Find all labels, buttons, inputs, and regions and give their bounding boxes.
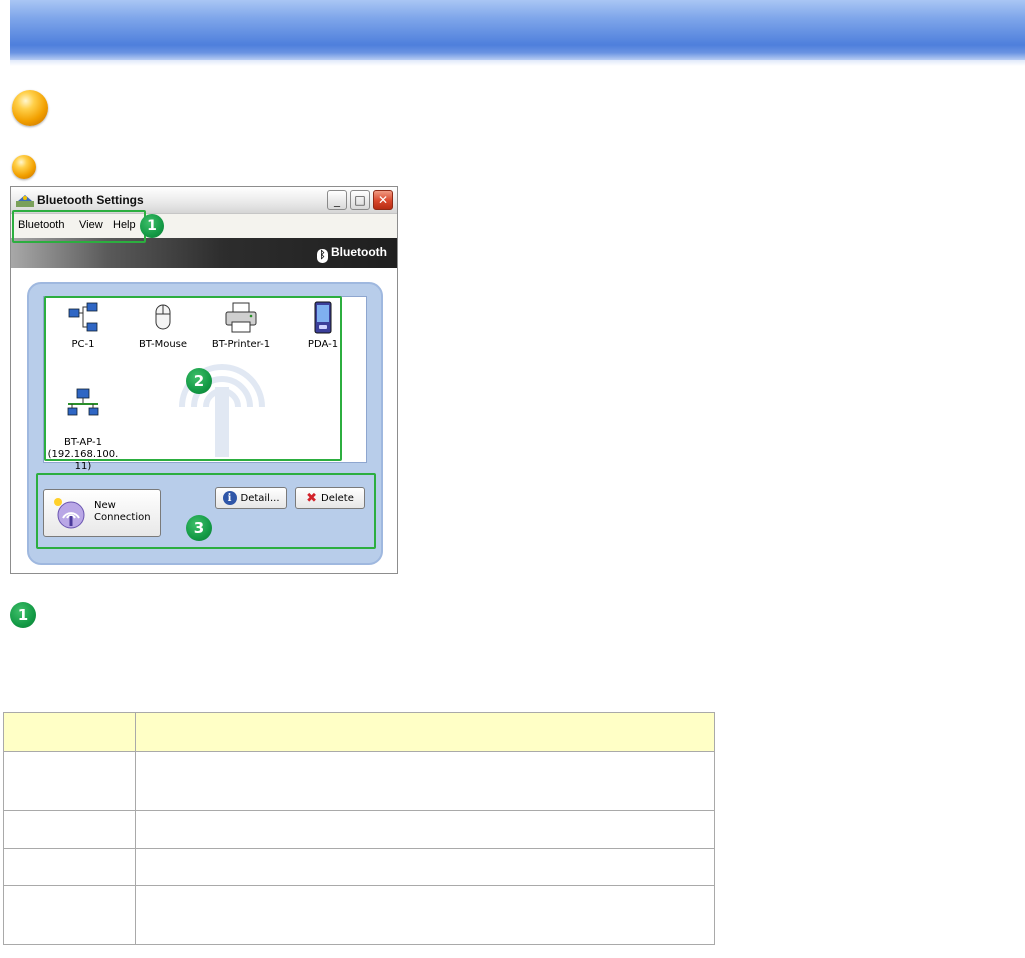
- close-button[interactable]: ✕: [373, 190, 393, 210]
- section-number-badge: 1: [10, 602, 36, 628]
- callout-badge-2: 2: [186, 368, 212, 394]
- table-row: [3, 885, 715, 945]
- table-cell: [3, 751, 136, 811]
- description-table: [3, 712, 715, 945]
- table-header-cell: [3, 712, 136, 752]
- table-row: [3, 810, 715, 849]
- table-cell: [135, 848, 715, 886]
- table-cell: [135, 751, 715, 811]
- table-cell: [3, 885, 136, 945]
- table-cell: [135, 885, 715, 945]
- table-row: [3, 848, 715, 886]
- window-title: Bluetooth Settings: [37, 193, 144, 207]
- bluetooth-brand-text: Bluetooth: [331, 245, 387, 259]
- table-header-row: [3, 712, 715, 752]
- table-cell: [3, 810, 136, 849]
- subsection-bullet-icon: [12, 155, 36, 179]
- bluetooth-logo-icon: ᛒ: [317, 249, 328, 263]
- header-banner: [10, 0, 1025, 60]
- callout-badge-3: 3: [186, 515, 212, 541]
- bluetooth-settings-app-icon: [16, 195, 34, 207]
- callout-frame-menu: [12, 210, 146, 243]
- table-cell: [135, 810, 715, 849]
- table-row: [3, 751, 715, 811]
- header-banner-fade: [10, 60, 1025, 66]
- table-header-cell: [135, 712, 715, 752]
- maximize-button[interactable]: □: [350, 190, 370, 210]
- bluetooth-brand-label: ᛒ Bluetooth: [317, 245, 387, 263]
- minimize-button[interactable]: _: [327, 190, 347, 210]
- callout-badge-1: 1: [140, 214, 164, 238]
- section-bullet-icon: [12, 90, 48, 126]
- table-cell: [3, 848, 136, 886]
